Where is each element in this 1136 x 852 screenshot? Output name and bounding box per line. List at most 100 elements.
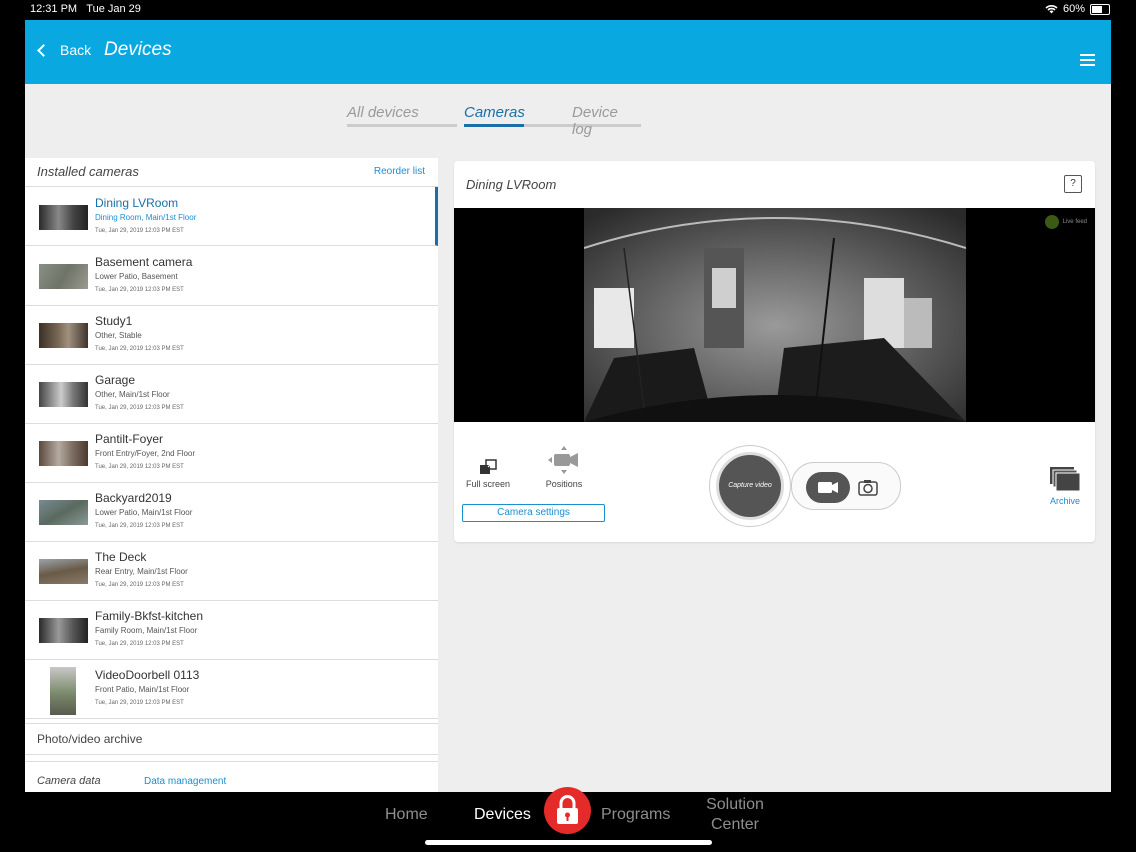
camera-list-item[interactable]: Pantilt-Foyer Front Entry/Foyer, 2nd Flo… — [25, 423, 438, 483]
tab-device-log[interactable]: Device log — [572, 104, 641, 138]
camera-thumbnail — [50, 667, 76, 715]
camera-thumbnail — [39, 382, 88, 407]
camera-thumbnail — [39, 264, 88, 289]
camera-list-item[interactable]: The Deck Rear Entry, Main/1st Floor Tue,… — [25, 541, 438, 601]
camera-list-item[interactable]: Garage Other, Main/1st Floor Tue, Jan 29… — [25, 364, 438, 424]
camera-location: Other, Stable — [95, 331, 142, 340]
app-window: Back Devices All devices Cameras Device … — [25, 20, 1111, 792]
camera-viewer-card: Dining LVRoom ? Live feed Full screen Po… — [454, 161, 1095, 542]
archive-button[interactable]: Archive — [1049, 466, 1081, 506]
positions-label: Positions — [545, 479, 583, 489]
help-button[interactable]: ? — [1064, 175, 1082, 193]
video-frame — [584, 208, 966, 422]
camera-location: Rear Entry, Main/1st Floor — [95, 567, 188, 576]
menu-icon[interactable] — [1080, 54, 1095, 66]
camera-list-item[interactable]: Basement camera Lower Patio, Basement Tu… — [25, 246, 438, 306]
installed-cameras-panel: Installed cameras Reorder list Dining LV… — [25, 158, 438, 792]
camera-name: Study1 — [95, 314, 133, 328]
full-screen-button[interactable]: Full screen — [466, 459, 510, 489]
live-video[interactable]: Live feed — [454, 208, 1095, 422]
battery-percent: 60% — [1062, 3, 1085, 15]
camera-timestamp: Tue, Jan 29, 2019 12:03 PM EST — [95, 582, 184, 588]
tab-all-devices[interactable]: All devices — [347, 104, 419, 121]
camera-thumbnail — [39, 500, 88, 525]
data-management-link[interactable]: Data management — [144, 776, 226, 787]
camera-list-item[interactable]: Study1 Other, Stable Tue, Jan 29, 2019 1… — [25, 305, 438, 365]
live-feed-label: Live feed — [1062, 219, 1087, 225]
nav-devices[interactable]: Devices — [474, 806, 531, 824]
camera-list-item[interactable]: Dining LVRoom Dining Room, Main/1st Floo… — [25, 187, 438, 246]
room-image — [584, 208, 966, 422]
installed-cameras-title: Installed cameras — [37, 164, 139, 179]
live-feed-indicator: Live feed — [1044, 215, 1087, 229]
camera-thumbnail — [39, 559, 88, 584]
camera-data-label: Camera data — [37, 775, 101, 787]
live-feed-dot-icon — [1044, 215, 1059, 229]
camera-name: Pantilt-Foyer — [95, 432, 164, 446]
camera-name: The Deck — [95, 550, 147, 564]
tab-underline — [347, 124, 457, 127]
camera-timestamp: Tue, Jan 29, 2019 12:03 PM EST — [95, 523, 184, 529]
video-mode-button[interactable] — [806, 472, 850, 503]
nav-programs[interactable]: Programs — [601, 806, 670, 824]
positions-button[interactable]: Positions — [544, 445, 584, 489]
camera-list-item[interactable]: Backyard2019 Lower Patio, Main/1st Floor… — [25, 482, 438, 542]
home-indicator — [425, 840, 712, 845]
reorder-list-link[interactable]: Reorder list — [374, 166, 425, 177]
status-bar: 12:31 PM Tue Jan 29 60% — [0, 0, 1136, 20]
full-screen-icon — [480, 459, 497, 474]
full-screen-label: Full screen — [466, 479, 511, 489]
camera-name: VideoDoorbell 0113 — [95, 668, 200, 682]
photo-video-archive-label: Photo/video archive — [37, 732, 143, 746]
status-time: 12:31 PM Tue Jan 29 — [30, 3, 141, 15]
positions-icon — [548, 446, 578, 474]
camera-timestamp: Tue, Jan 29, 2019 12:03 PM EST — [95, 700, 184, 706]
camera-timestamp: Tue, Jan 29, 2019 12:03 PM EST — [95, 464, 184, 470]
back-label: Back — [60, 42, 92, 58]
back-button[interactable]: Back — [37, 42, 92, 58]
photo-mode-button[interactable] — [852, 472, 884, 503]
security-lock-button[interactable] — [544, 787, 591, 834]
camera-timestamp: Tue, Jan 29, 2019 12:03 PM EST — [95, 405, 184, 411]
tab-cameras[interactable]: Cameras — [464, 104, 525, 121]
nav-home[interactable]: Home — [385, 806, 428, 824]
tab-bar: All devices Cameras Device log — [347, 104, 641, 138]
camera-name: Backyard2019 — [95, 491, 172, 505]
camera-thumbnail — [39, 323, 88, 348]
chevron-left-icon — [37, 43, 50, 57]
nav-solution-line1: Solution — [706, 796, 764, 813]
archive-icon — [1050, 467, 1081, 492]
camera-timestamp: Tue, Jan 29, 2019 12:03 PM EST — [95, 228, 184, 234]
camera-icon — [858, 480, 878, 496]
camera-location: Dining Room, Main/1st Floor — [95, 213, 197, 222]
camera-name: Garage — [95, 373, 136, 387]
camera-location: Family Room, Main/1st Floor — [95, 626, 198, 635]
photo-video-archive-row[interactable]: Photo/video archive — [25, 723, 438, 755]
camera-settings-button[interactable]: Camera settings — [462, 504, 605, 522]
camera-timestamp: Tue, Jan 29, 2019 12:03 PM EST — [95, 287, 184, 293]
nav-solution-line2: Center — [710, 816, 760, 833]
camera-location: Lower Patio, Main/1st Floor — [95, 508, 193, 517]
camera-list-item[interactable]: Family-Bkfst-kitchen Family Room, Main/1… — [25, 600, 438, 660]
viewer-title: Dining LVRoom — [466, 177, 557, 192]
archive-label: Archive — [1049, 496, 1080, 506]
capture-video-button[interactable]: Capture video — [716, 452, 784, 520]
camera-thumbnail — [39, 205, 88, 230]
nav-solution-center[interactable]: Solution Center — [697, 795, 773, 835]
camera-timestamp: Tue, Jan 29, 2019 12:03 PM EST — [95, 346, 184, 352]
camera-thumbnail — [39, 618, 88, 643]
page-title: Devices — [104, 39, 172, 60]
camera-name: Family-Bkfst-kitchen — [95, 609, 204, 623]
status-right: 60% — [1045, 3, 1110, 15]
battery-icon — [1090, 3, 1110, 15]
camera-location: Front Entry/Foyer, 2nd Floor — [95, 449, 196, 458]
camera-location: Other, Main/1st Floor — [95, 390, 170, 399]
tab-underline-active — [464, 124, 524, 127]
camera-list-item[interactable]: VideoDoorbell 0113 Front Patio, Main/1st… — [25, 659, 438, 719]
camera-location: Front Patio, Main/1st Floor — [95, 685, 190, 694]
camera-timestamp: Tue, Jan 29, 2019 12:03 PM EST — [95, 641, 184, 647]
installed-cameras-header: Installed cameras Reorder list — [25, 158, 438, 187]
video-camera-icon — [818, 482, 838, 493]
wifi-icon — [1045, 5, 1058, 14]
top-bar: Back Devices — [25, 20, 1111, 84]
